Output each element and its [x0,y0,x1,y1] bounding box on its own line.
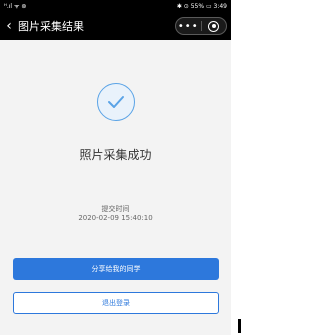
share-button[interactable]: 分享给我的同学 [13,258,219,280]
navigation-bar: ‹ 图片采集结果 ••• [0,12,231,40]
page-title: 图片采集结果 [18,20,84,33]
check-circle-icon [96,83,135,121]
phone-screen: ᴴ.ıl ᯤ ⊛ ✱ ⊙ 55% ▭ 3:49 ‹ 图片采集结果 ••• 照片采… [0,0,231,335]
status-bar: ᴴ.ıl ᯤ ⊛ ✱ ⊙ 55% ▭ 3:49 [0,0,231,12]
checkmark-icon [107,96,124,108]
success-message: 照片采集成功 [79,148,152,162]
mini-program-capsule: ••• [175,17,227,35]
text-cursor [238,319,241,333]
close-circle-icon [208,20,220,32]
submit-time-label: 提交时间 [101,205,130,213]
status-left-icons: ᴴ.ıl ᯤ ⊛ [4,3,27,10]
close-mini-program-button[interactable] [202,18,227,34]
submit-time-value: 2020-02-09 15:40:10 [78,214,153,222]
status-right-icons: ✱ ⊙ 55% ▭ 3:49 [176,2,227,10]
success-icon-wrapper [0,83,231,121]
more-icon[interactable]: ••• [176,18,201,34]
back-arrow-icon[interactable]: ‹ [0,12,18,40]
logout-button[interactable]: 退出登录 [13,292,219,314]
